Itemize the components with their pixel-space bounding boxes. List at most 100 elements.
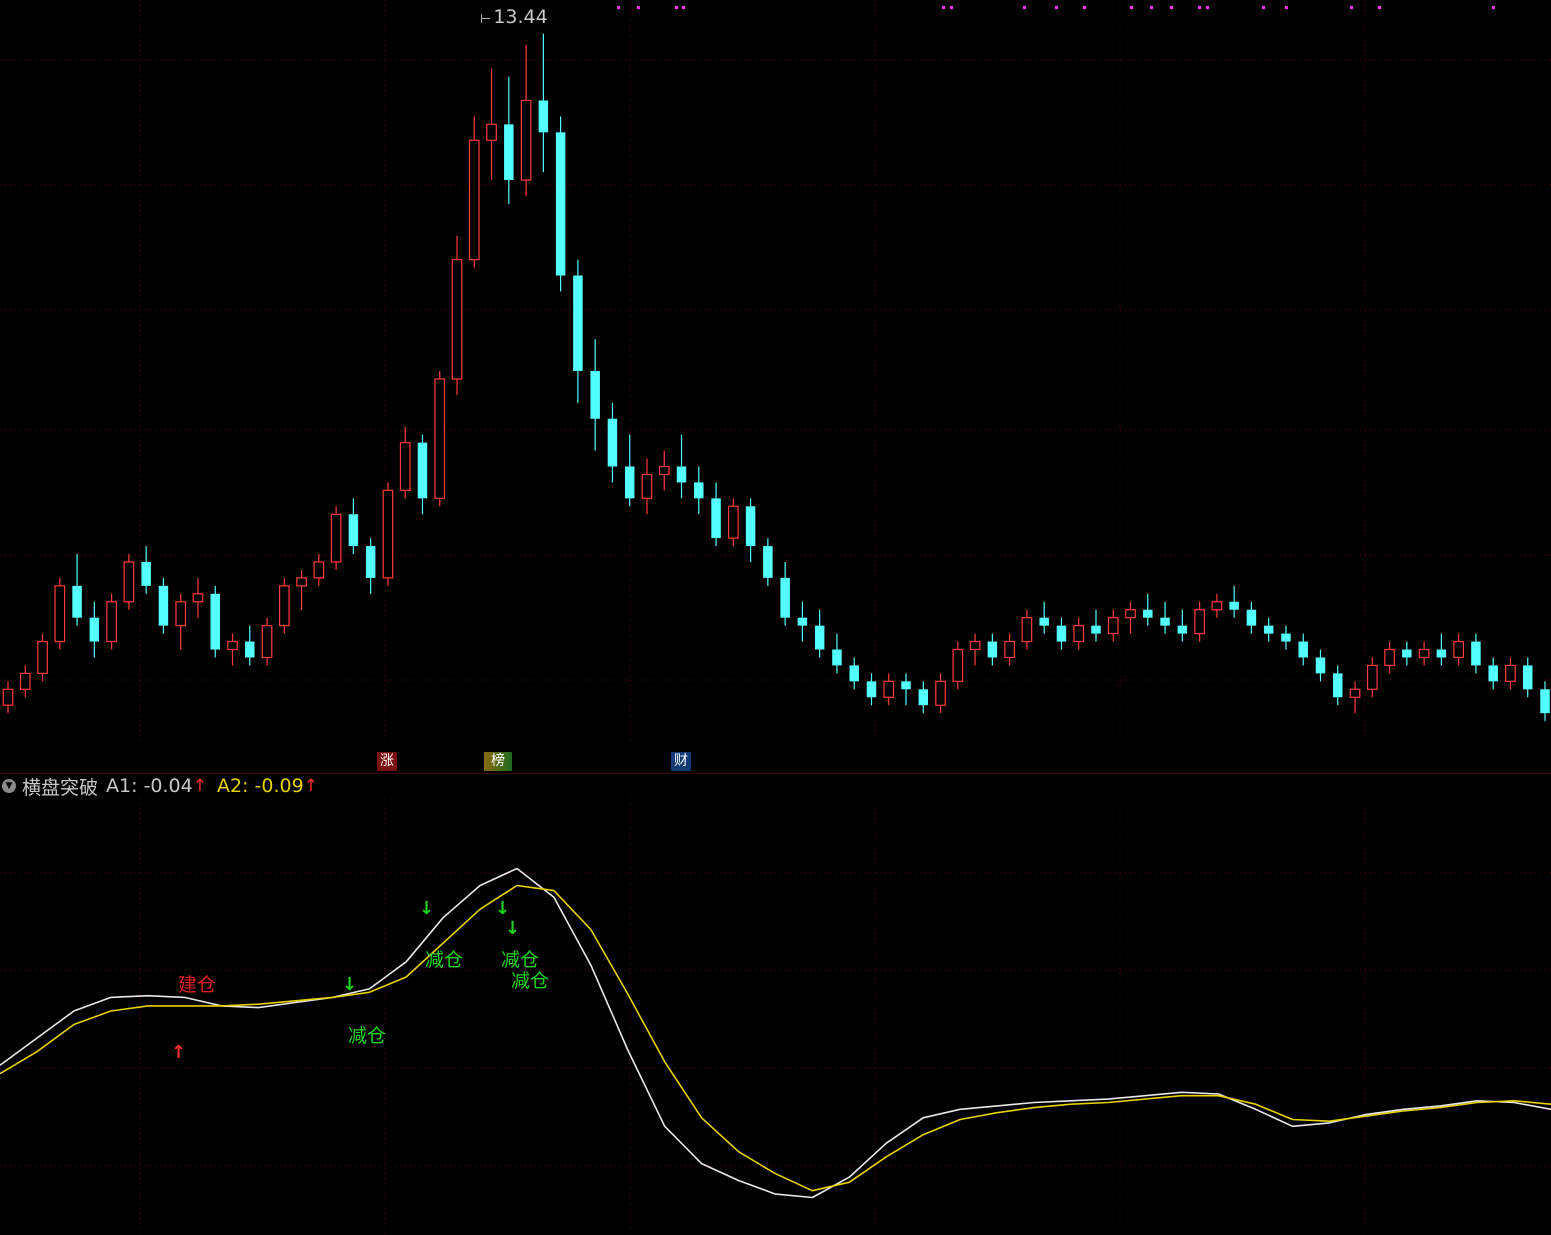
main-grid bbox=[0, 0, 1551, 745]
sell-arrow-icon: ↓ bbox=[419, 898, 435, 919]
magenta-marker bbox=[1083, 6, 1086, 9]
candle-body-up bbox=[658, 465, 670, 476]
buy-arrow-icon: ↑ bbox=[171, 1042, 187, 1063]
candle-body-down bbox=[901, 681, 911, 690]
candle-body-down bbox=[607, 418, 618, 467]
candle-body-up bbox=[727, 505, 739, 539]
candle-body-down bbox=[780, 577, 790, 618]
magenta-marker bbox=[617, 6, 620, 9]
candle-body-down bbox=[89, 617, 100, 642]
magenta-marker bbox=[1285, 6, 1288, 9]
sell-arrow-icon: ↓ bbox=[342, 974, 358, 995]
candle-body-up bbox=[1107, 617, 1119, 635]
candle-body-down bbox=[504, 124, 514, 181]
candle-body-up bbox=[641, 473, 653, 499]
candle-body-down bbox=[1143, 609, 1153, 618]
candle-body-up bbox=[54, 585, 66, 643]
peak-price-label: ⊢ 13.44 bbox=[480, 6, 548, 28]
candle-body-up bbox=[451, 259, 463, 380]
candle-body-down bbox=[1298, 641, 1308, 658]
candle-body-down bbox=[1039, 617, 1049, 626]
candle-body-up bbox=[935, 680, 946, 706]
candle-body-up bbox=[1021, 617, 1033, 643]
candle-body-down bbox=[1281, 633, 1291, 642]
candle-body-down bbox=[1436, 649, 1447, 658]
signal-reduce-2: 减仓 bbox=[425, 949, 464, 971]
candle-body-down bbox=[573, 275, 583, 372]
signal-reduce-1: 减仓 bbox=[348, 1025, 387, 1047]
candle-body-up bbox=[434, 378, 446, 499]
sell-arrow-icon: ↓ bbox=[495, 898, 511, 919]
collapse-icon[interactable]: ▼ bbox=[2, 779, 16, 793]
magenta-marker bbox=[637, 6, 640, 9]
candles bbox=[2, 33, 1550, 722]
candle-body-down bbox=[365, 546, 376, 578]
candle-body-up bbox=[227, 640, 238, 651]
candle-body-down bbox=[538, 100, 549, 133]
candle-body-up bbox=[1418, 648, 1430, 659]
candle-body-up bbox=[175, 601, 187, 627]
candlestick-chart[interactable] bbox=[0, 0, 1551, 773]
candle-body-down bbox=[849, 665, 859, 682]
candle-body-down bbox=[1056, 625, 1067, 642]
candle-body-down bbox=[866, 681, 877, 698]
candle-body-down bbox=[1263, 625, 1274, 634]
event-marker-cai[interactable]: 财 bbox=[671, 752, 691, 771]
signal-build: 建仓 bbox=[178, 974, 217, 996]
candle-body-down bbox=[348, 514, 359, 547]
candle-body-up bbox=[1366, 664, 1378, 690]
magenta-marker bbox=[1023, 6, 1026, 9]
candle-body-up bbox=[192, 593, 204, 603]
candle-body-down bbox=[1471, 641, 1481, 666]
magenta-marker bbox=[1055, 6, 1058, 9]
magenta-marker bbox=[682, 6, 685, 9]
candle-body-down bbox=[1246, 609, 1257, 626]
magenta-marker bbox=[1206, 6, 1209, 9]
candle-body-down bbox=[624, 466, 635, 499]
indicator-grid bbox=[0, 798, 1551, 1235]
candle-body-down bbox=[245, 641, 255, 658]
candle-body-down bbox=[1315, 657, 1326, 674]
candle-body-up bbox=[1505, 664, 1516, 682]
event-marker-zhang[interactable]: 涨 bbox=[377, 752, 397, 771]
candle-body-up bbox=[382, 489, 394, 579]
candle-body-down bbox=[694, 482, 704, 499]
candle-body-down bbox=[832, 649, 842, 666]
indicator-chart[interactable] bbox=[0, 798, 1551, 1235]
candle-body-down bbox=[918, 689, 929, 706]
candle-body-down bbox=[210, 593, 220, 650]
indicator-name[interactable]: 横盘突破 bbox=[22, 773, 98, 800]
a2-up-arrow-icon: ↑ bbox=[303, 776, 318, 796]
candle-body-up bbox=[468, 139, 480, 261]
magenta-marker bbox=[1262, 6, 1265, 9]
a1-readout: A1: -0.04 bbox=[106, 775, 193, 797]
magenta-marker bbox=[1378, 6, 1381, 9]
candle-body-down bbox=[711, 498, 721, 539]
candle-body-down bbox=[1522, 665, 1533, 690]
candle-body-up bbox=[313, 561, 325, 579]
candle-body-up bbox=[1384, 648, 1395, 667]
magenta-marker bbox=[1150, 6, 1153, 9]
candle-body-up bbox=[1194, 609, 1205, 635]
candle-body-down bbox=[1160, 617, 1170, 626]
flag-icon: ⊢ bbox=[480, 12, 492, 27]
magenta-marker bbox=[1170, 6, 1173, 9]
candle-body-up bbox=[969, 640, 981, 651]
candle-body-down bbox=[158, 585, 169, 626]
candle-body-down bbox=[814, 625, 825, 650]
candle-body-up bbox=[123, 561, 135, 603]
candle-body-down bbox=[987, 641, 998, 658]
candle-body-up bbox=[1125, 609, 1136, 619]
magenta-marker bbox=[1350, 6, 1353, 9]
candle-body-up bbox=[1453, 640, 1465, 659]
candle-body-down bbox=[141, 561, 151, 586]
candle-body-down bbox=[1488, 665, 1498, 682]
candle-body-up bbox=[952, 648, 964, 682]
candle-body-up bbox=[1211, 601, 1223, 611]
event-marker-bang[interactable]: 榜 bbox=[484, 752, 512, 771]
candle-body-up bbox=[1073, 625, 1085, 643]
candle-body-down bbox=[1333, 673, 1343, 698]
candle-body-up bbox=[883, 680, 895, 698]
candle-body-up bbox=[1004, 640, 1015, 659]
candle-body-down bbox=[1177, 625, 1188, 634]
